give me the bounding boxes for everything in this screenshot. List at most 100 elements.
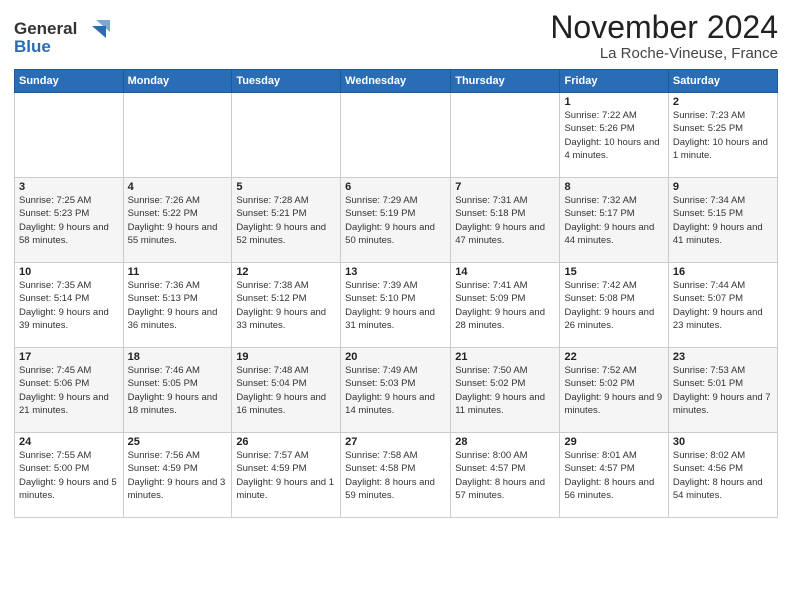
day-number: 23 bbox=[673, 351, 773, 363]
page: General Blue November 2024 La Roche-Vine… bbox=[0, 0, 792, 612]
day-info: Sunrise: 7:55 AMSunset: 5:00 PMDaylight:… bbox=[19, 449, 119, 502]
table-row: 10Sunrise: 7:35 AMSunset: 5:14 PMDayligh… bbox=[15, 263, 124, 348]
day-info: Sunrise: 7:34 AMSunset: 5:15 PMDaylight:… bbox=[673, 194, 773, 247]
header-saturday: Saturday bbox=[668, 70, 777, 93]
day-number: 10 bbox=[19, 266, 119, 278]
day-number: 8 bbox=[564, 181, 663, 193]
table-row bbox=[123, 93, 232, 178]
table-row bbox=[15, 93, 124, 178]
day-number: 14 bbox=[455, 266, 555, 278]
table-row: 8Sunrise: 7:32 AMSunset: 5:17 PMDaylight… bbox=[560, 178, 668, 263]
table-row: 6Sunrise: 7:29 AMSunset: 5:19 PMDaylight… bbox=[341, 178, 451, 263]
day-info: Sunrise: 7:31 AMSunset: 5:18 PMDaylight:… bbox=[455, 194, 555, 247]
table-row: 9Sunrise: 7:34 AMSunset: 5:15 PMDaylight… bbox=[668, 178, 777, 263]
week-row-3: 17Sunrise: 7:45 AMSunset: 5:06 PMDayligh… bbox=[15, 348, 778, 433]
table-row: 19Sunrise: 7:48 AMSunset: 5:04 PMDayligh… bbox=[232, 348, 341, 433]
day-number: 24 bbox=[19, 436, 119, 448]
day-info: Sunrise: 7:42 AMSunset: 5:08 PMDaylight:… bbox=[564, 279, 663, 332]
day-number: 4 bbox=[128, 181, 228, 193]
table-row: 15Sunrise: 7:42 AMSunset: 5:08 PMDayligh… bbox=[560, 263, 668, 348]
table-row: 24Sunrise: 7:55 AMSunset: 5:00 PMDayligh… bbox=[15, 433, 124, 518]
day-info: Sunrise: 7:58 AMSunset: 4:58 PMDaylight:… bbox=[345, 449, 446, 502]
table-row: 4Sunrise: 7:26 AMSunset: 5:22 PMDaylight… bbox=[123, 178, 232, 263]
week-row-2: 10Sunrise: 7:35 AMSunset: 5:14 PMDayligh… bbox=[15, 263, 778, 348]
week-row-0: 1Sunrise: 7:22 AMSunset: 5:26 PMDaylight… bbox=[15, 93, 778, 178]
day-info: Sunrise: 7:29 AMSunset: 5:19 PMDaylight:… bbox=[345, 194, 446, 247]
day-number: 20 bbox=[345, 351, 446, 363]
header-sunday: Sunday bbox=[15, 70, 124, 93]
week-row-1: 3Sunrise: 7:25 AMSunset: 5:23 PMDaylight… bbox=[15, 178, 778, 263]
table-row bbox=[232, 93, 341, 178]
day-info: Sunrise: 7:25 AMSunset: 5:23 PMDaylight:… bbox=[19, 194, 119, 247]
day-number: 16 bbox=[673, 266, 773, 278]
table-row: 13Sunrise: 7:39 AMSunset: 5:10 PMDayligh… bbox=[341, 263, 451, 348]
day-number: 5 bbox=[236, 181, 336, 193]
table-row: 22Sunrise: 7:52 AMSunset: 5:02 PMDayligh… bbox=[560, 348, 668, 433]
svg-text:General: General bbox=[14, 19, 77, 38]
day-info: Sunrise: 7:52 AMSunset: 5:02 PMDaylight:… bbox=[564, 364, 663, 417]
day-number: 19 bbox=[236, 351, 336, 363]
day-number: 26 bbox=[236, 436, 336, 448]
header-friday: Friday bbox=[560, 70, 668, 93]
day-number: 13 bbox=[345, 266, 446, 278]
day-number: 7 bbox=[455, 181, 555, 193]
table-row: 23Sunrise: 7:53 AMSunset: 5:01 PMDayligh… bbox=[668, 348, 777, 433]
day-number: 9 bbox=[673, 181, 773, 193]
location-title: La Roche-Vineuse, France bbox=[550, 45, 778, 62]
day-number: 3 bbox=[19, 181, 119, 193]
table-row: 17Sunrise: 7:45 AMSunset: 5:06 PMDayligh… bbox=[15, 348, 124, 433]
table-row: 3Sunrise: 7:25 AMSunset: 5:23 PMDaylight… bbox=[15, 178, 124, 263]
table-row: 26Sunrise: 7:57 AMSunset: 4:59 PMDayligh… bbox=[232, 433, 341, 518]
table-row: 2Sunrise: 7:23 AMSunset: 5:25 PMDaylight… bbox=[668, 93, 777, 178]
header-tuesday: Tuesday bbox=[232, 70, 341, 93]
day-info: Sunrise: 7:57 AMSunset: 4:59 PMDaylight:… bbox=[236, 449, 336, 502]
table-row: 5Sunrise: 7:28 AMSunset: 5:21 PMDaylight… bbox=[232, 178, 341, 263]
day-info: Sunrise: 7:28 AMSunset: 5:21 PMDaylight:… bbox=[236, 194, 336, 247]
day-info: Sunrise: 7:38 AMSunset: 5:12 PMDaylight:… bbox=[236, 279, 336, 332]
table-row: 12Sunrise: 7:38 AMSunset: 5:12 PMDayligh… bbox=[232, 263, 341, 348]
header-thursday: Thursday bbox=[451, 70, 560, 93]
day-info: Sunrise: 7:50 AMSunset: 5:02 PMDaylight:… bbox=[455, 364, 555, 417]
day-number: 15 bbox=[564, 266, 663, 278]
day-info: Sunrise: 7:44 AMSunset: 5:07 PMDaylight:… bbox=[673, 279, 773, 332]
day-number: 6 bbox=[345, 181, 446, 193]
day-info: Sunrise: 7:53 AMSunset: 5:01 PMDaylight:… bbox=[673, 364, 773, 417]
table-row: 25Sunrise: 7:56 AMSunset: 4:59 PMDayligh… bbox=[123, 433, 232, 518]
day-number: 12 bbox=[236, 266, 336, 278]
table-row: 20Sunrise: 7:49 AMSunset: 5:03 PMDayligh… bbox=[341, 348, 451, 433]
day-number: 18 bbox=[128, 351, 228, 363]
table-row bbox=[451, 93, 560, 178]
day-info: Sunrise: 8:02 AMSunset: 4:56 PMDaylight:… bbox=[673, 449, 773, 502]
day-info: Sunrise: 8:00 AMSunset: 4:57 PMDaylight:… bbox=[455, 449, 555, 502]
day-info: Sunrise: 7:46 AMSunset: 5:05 PMDaylight:… bbox=[128, 364, 228, 417]
day-info: Sunrise: 7:36 AMSunset: 5:13 PMDaylight:… bbox=[128, 279, 228, 332]
day-number: 29 bbox=[564, 436, 663, 448]
day-number: 1 bbox=[564, 96, 663, 108]
day-info: Sunrise: 7:49 AMSunset: 5:03 PMDaylight:… bbox=[345, 364, 446, 417]
day-info: Sunrise: 7:35 AMSunset: 5:14 PMDaylight:… bbox=[19, 279, 119, 332]
calendar-header-row: Sunday Monday Tuesday Wednesday Thursday… bbox=[15, 70, 778, 93]
day-number: 17 bbox=[19, 351, 119, 363]
day-info: Sunrise: 7:48 AMSunset: 5:04 PMDaylight:… bbox=[236, 364, 336, 417]
day-info: Sunrise: 7:22 AMSunset: 5:26 PMDaylight:… bbox=[564, 109, 663, 162]
header: General Blue November 2024 La Roche-Vine… bbox=[14, 10, 778, 63]
day-info: Sunrise: 7:23 AMSunset: 5:25 PMDaylight:… bbox=[673, 109, 773, 162]
day-info: Sunrise: 7:26 AMSunset: 5:22 PMDaylight:… bbox=[128, 194, 228, 247]
title-block: November 2024 La Roche-Vineuse, France bbox=[550, 10, 778, 62]
header-wednesday: Wednesday bbox=[341, 70, 451, 93]
day-info: Sunrise: 7:41 AMSunset: 5:09 PMDaylight:… bbox=[455, 279, 555, 332]
table-row: 27Sunrise: 7:58 AMSunset: 4:58 PMDayligh… bbox=[341, 433, 451, 518]
header-monday: Monday bbox=[123, 70, 232, 93]
logo-text: General Blue bbox=[14, 14, 114, 63]
week-row-4: 24Sunrise: 7:55 AMSunset: 5:00 PMDayligh… bbox=[15, 433, 778, 518]
table-row: 7Sunrise: 7:31 AMSunset: 5:18 PMDaylight… bbox=[451, 178, 560, 263]
day-number: 27 bbox=[345, 436, 446, 448]
table-row bbox=[341, 93, 451, 178]
day-number: 11 bbox=[128, 266, 228, 278]
svg-text:Blue: Blue bbox=[14, 37, 51, 56]
day-number: 21 bbox=[455, 351, 555, 363]
day-info: Sunrise: 8:01 AMSunset: 4:57 PMDaylight:… bbox=[564, 449, 663, 502]
table-row: 16Sunrise: 7:44 AMSunset: 5:07 PMDayligh… bbox=[668, 263, 777, 348]
day-info: Sunrise: 7:32 AMSunset: 5:17 PMDaylight:… bbox=[564, 194, 663, 247]
day-info: Sunrise: 7:39 AMSunset: 5:10 PMDaylight:… bbox=[345, 279, 446, 332]
